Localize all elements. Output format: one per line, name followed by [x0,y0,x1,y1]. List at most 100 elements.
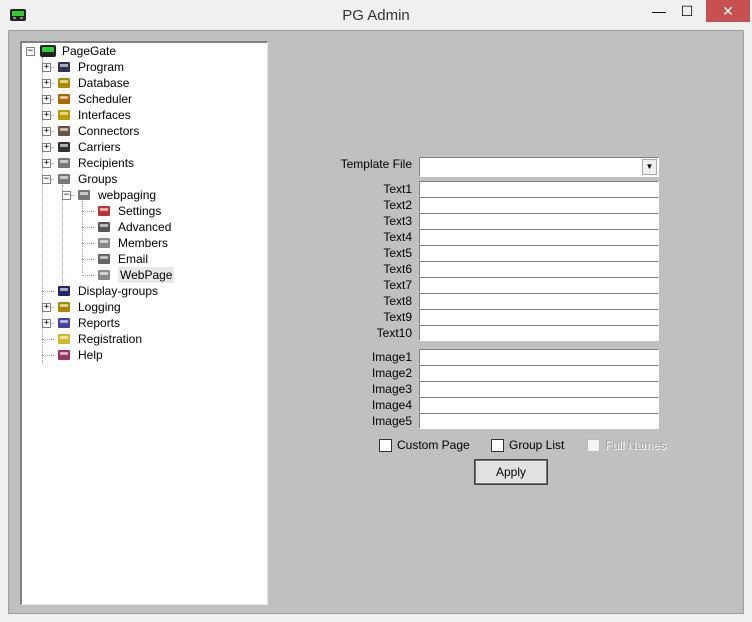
expand-toggle[interactable]: + [42,111,51,120]
chevron-down-icon[interactable]: ▼ [642,159,657,175]
tree-label: webpaging [98,188,157,202]
image-field[interactable] [419,349,659,365]
tree-connector-line [82,259,94,260]
members-icon [98,238,110,248]
tree-label: Members [118,236,169,250]
collapse-toggle[interactable]: − [42,175,51,184]
image-label: Image1 [371,350,412,364]
apply-button[interactable]: Apply [474,459,548,485]
image-field[interactable] [419,365,659,381]
text-field[interactable] [419,277,659,293]
full-names-label: Full Names [605,438,666,452]
image-field[interactable] [419,397,659,413]
tree-node-advanced[interactable]: Advanced [22,219,262,235]
expand-toggle[interactable]: + [42,143,51,152]
text-label: Text10 [376,326,412,340]
image-label: Image5 [371,414,412,428]
tree-node-webpaging[interactable]: − webpaging [22,187,262,203]
image-field[interactable] [419,381,659,397]
collapse-toggle[interactable]: − [26,47,35,56]
group-list-checkbox[interactable] [491,439,504,452]
webpage-icon [98,270,110,280]
text-field[interactable] [419,325,659,341]
tree-label: Settings [118,204,162,218]
tree-node-display-groups[interactable]: Display-groups [22,283,262,299]
tree-label: Interfaces [78,108,131,122]
interfaces-icon [58,110,70,120]
text-field[interactable] [419,261,659,277]
tree-connector-line [82,227,94,228]
expand-toggle[interactable]: + [42,79,51,88]
tree-node-help[interactable]: Help [22,347,262,363]
tree-connector-line [82,243,94,244]
tree-label: Recipients [78,156,135,170]
expand-toggle[interactable]: + [42,303,51,312]
text-label: Text6 [383,262,412,276]
carriers-icon [58,142,70,152]
tree-node-database[interactable]: + Database [22,75,262,91]
full-names-checkbox[interactable] [587,439,600,452]
expand-toggle[interactable]: + [42,95,51,104]
database-icon [58,78,70,88]
tree-node-interfaces[interactable]: + Interfaces [22,107,262,123]
help-icon [58,350,70,360]
image-label: Image3 [371,382,412,396]
template-file-combo[interactable]: ▼ [419,157,659,177]
settings-icon [98,206,110,216]
tree-connector-line [42,339,54,340]
text-field[interactable] [419,181,659,197]
image-label: Image2 [371,366,412,380]
navigation-tree[interactable]: − PageGate + Program + Database + Scheduler + I… [20,41,268,605]
collapse-toggle[interactable]: − [62,191,71,200]
tree-node-reports[interactable]: + Reports [22,315,262,331]
text-field[interactable] [419,245,659,261]
pagegate-icon [40,45,56,57]
image-label: Image4 [371,398,412,412]
tree-node-settings[interactable]: Settings [22,203,262,219]
tree-label: WebPage [118,267,175,283]
minimize-button[interactable]: — [644,0,674,22]
template-file-label: Template File [340,157,412,171]
tree-label: Logging [78,300,121,314]
text-label: Text5 [383,246,412,260]
reports-icon [58,318,70,328]
tree-node-logging[interactable]: + Logging [22,299,262,315]
tree-node-recipients[interactable]: + Recipients [22,155,262,171]
tree-label: Scheduler [78,92,133,106]
tree-node-groups[interactable]: − Groups [22,171,262,187]
tree-label: Connectors [78,124,140,138]
text-field[interactable] [419,213,659,229]
text-field[interactable] [419,293,659,309]
text-field[interactable] [419,229,659,245]
maximize-button[interactable]: ☐ [672,0,702,22]
email-icon [98,254,110,264]
tree-label: Display-groups [78,284,159,298]
tree-node-registration[interactable]: Registration [22,331,262,347]
tree-node-program[interactable]: + Program [22,59,262,75]
tree-node-email[interactable]: Email [22,251,262,267]
text-label: Text8 [383,294,412,308]
tree-label: Email [118,252,149,266]
tree-node-connectors[interactable]: + Connectors [22,123,262,139]
expand-toggle[interactable]: + [42,159,51,168]
tree-node-carriers[interactable]: + Carriers [22,139,262,155]
tree-label: Program [78,60,125,74]
text-label: Text7 [383,278,412,292]
custom-page-checkbox[interactable] [379,439,392,452]
close-button[interactable]: ✕ [706,0,750,22]
tree-node-members[interactable]: Members [22,235,262,251]
expand-toggle[interactable]: + [42,127,51,136]
expand-toggle[interactable]: + [42,63,51,72]
text-field[interactable] [419,197,659,213]
tree-label-pagegate: PageGate [62,44,117,58]
tree-node-webpage[interactable]: WebPage [22,267,262,283]
logging-icon [58,302,70,312]
image-field[interactable] [419,413,659,429]
text-label: Text4 [383,230,412,244]
text-field[interactable] [419,309,659,325]
expand-toggle[interactable]: + [42,319,51,328]
text-label: Text3 [383,214,412,228]
tree-node-scheduler[interactable]: + Scheduler [22,91,262,107]
tree-label: Database [78,76,130,90]
tree-label: Groups [78,172,118,186]
